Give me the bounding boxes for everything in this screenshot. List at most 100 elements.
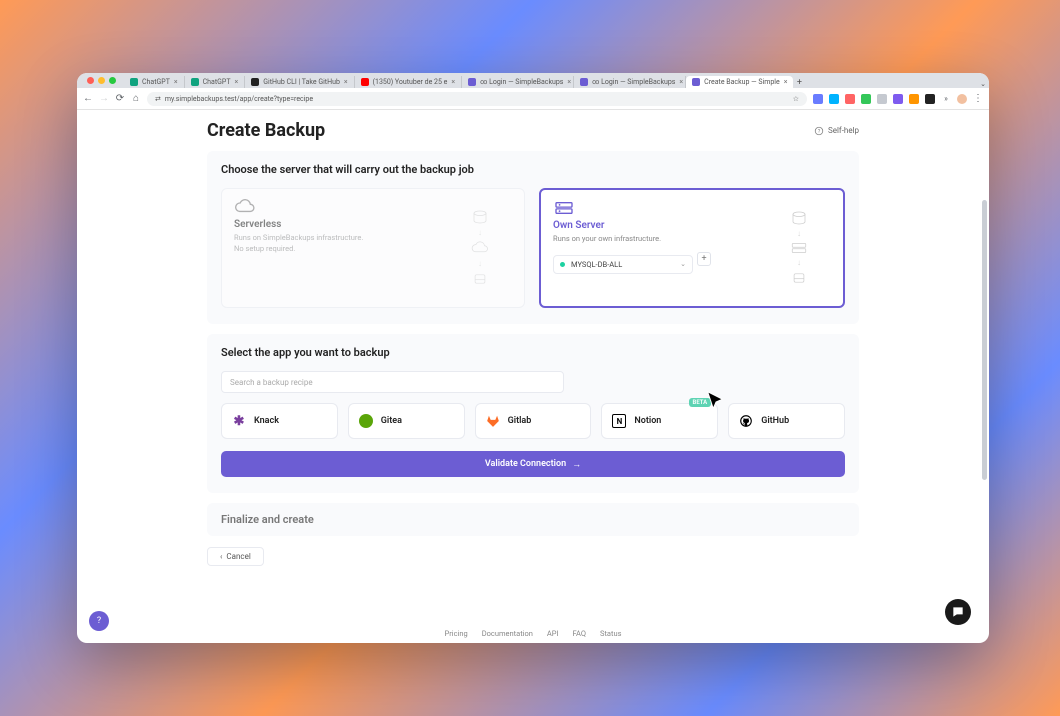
maximize-window-icon[interactable] <box>109 77 116 84</box>
extension-icon[interactable] <box>909 94 919 104</box>
youtube-icon <box>361 78 369 86</box>
chevron-left-icon: ‹ <box>220 552 222 561</box>
minimize-window-icon[interactable] <box>98 77 105 84</box>
server-icon <box>553 200 757 216</box>
tab[interactable]: ChatGPT× <box>124 76 185 88</box>
avatar-icon[interactable] <box>957 94 967 104</box>
extension-icon[interactable] <box>861 94 871 104</box>
help-fab[interactable]: ? <box>89 611 109 631</box>
home-icon[interactable]: ⌂ <box>131 94 141 104</box>
notion-icon: N <box>612 414 626 428</box>
close-icon[interactable]: × <box>235 78 239 86</box>
traffic-lights[interactable] <box>87 73 116 88</box>
simplebackups-icon <box>580 78 588 86</box>
app-tile-notion[interactable]: BETA N Notion <box>601 403 718 439</box>
chat-icon <box>951 605 965 619</box>
server-icon <box>790 242 808 254</box>
reload-icon[interactable]: ⟳ <box>115 94 125 104</box>
footer-link-status[interactable]: Status <box>600 629 621 638</box>
database-icon <box>471 210 489 224</box>
serverless-diagram: ↓ ↓ <box>448 199 512 297</box>
close-window-icon[interactable] <box>87 77 94 84</box>
page-title: Create Backup <box>207 120 325 141</box>
own-server-desc: Runs on your own infrastructure. <box>553 234 757 245</box>
gitlab-icon <box>486 414 500 428</box>
extension-icon[interactable] <box>829 94 839 104</box>
tab[interactable]: GitHub CLI | Take GitHub× <box>245 76 354 88</box>
app-section: Select the app you want to backup Search… <box>207 334 859 493</box>
footer-link-documentation[interactable]: Documentation <box>482 629 533 638</box>
url-text: my.simplebackups.test/app/create?type=re… <box>165 95 313 103</box>
self-help-link[interactable]: ? Self-help <box>814 126 859 136</box>
server-heading: Choose the server that will carry out th… <box>221 163 845 176</box>
chatgpt-icon <box>191 78 199 86</box>
back-icon[interactable]: ← <box>83 94 93 104</box>
simplebackups-icon <box>692 78 700 86</box>
extension-icon[interactable] <box>845 94 855 104</box>
tab[interactable]: ChatGPT× <box>185 76 246 88</box>
footer-link-pricing[interactable]: Pricing <box>445 629 468 638</box>
more-icon[interactable]: ⋮ <box>973 94 983 104</box>
browser-window: ChatGPT× ChatGPT× GitHub CLI | Take GitH… <box>77 73 989 643</box>
site-settings-icon[interactable]: ⇄ <box>155 95 161 103</box>
gitea-icon <box>359 414 373 428</box>
serverless-title: Serverless <box>234 219 438 230</box>
github-icon <box>251 78 259 86</box>
tab[interactable]: (1350) Youtuber de 25 e× <box>355 76 463 88</box>
app-heading: Select the app you want to backup <box>221 346 845 359</box>
finalize-section: Finalize and create <box>207 503 859 536</box>
tab-active[interactable]: Create Backup — Simple× <box>686 76 793 88</box>
close-icon[interactable]: × <box>174 78 178 86</box>
extension-icon[interactable] <box>893 94 903 104</box>
storage-icon <box>790 271 808 285</box>
db-select-value: MYSQL-DB-ALL <box>571 260 622 269</box>
status-dot-icon <box>560 262 565 267</box>
bookmark-icon[interactable]: ☆ <box>793 95 799 103</box>
own-server-option[interactable]: Own Server Runs on your own infrastructu… <box>539 188 845 308</box>
tab[interactable]: ∞ Login — SimpleBackups× <box>574 76 686 88</box>
footer: Pricing Documentation API FAQ Status <box>77 621 989 640</box>
cancel-button[interactable]: ‹ Cancel <box>207 547 264 566</box>
app-tile-gitea[interactable]: Gitea <box>348 403 465 439</box>
close-icon[interactable]: × <box>344 78 348 86</box>
github-icon <box>739 414 753 428</box>
page-content: Create Backup ? Self-help Choose the ser… <box>77 110 989 643</box>
own-server-title: Own Server <box>553 220 757 231</box>
db-select[interactable]: MYSQL-DB-ALL ⌄ <box>553 255 693 274</box>
extension-icon[interactable] <box>813 94 823 104</box>
extension-icon[interactable] <box>925 94 935 104</box>
beta-badge: BETA <box>689 398 712 407</box>
own-server-diagram: ↓ ↓ <box>767 200 831 296</box>
new-tab-button[interactable]: + <box>793 78 805 88</box>
storage-icon <box>471 272 489 286</box>
close-icon[interactable]: × <box>567 78 571 86</box>
scrollbar[interactable] <box>982 200 987 480</box>
tab-strip: ChatGPT× ChatGPT× GitHub CLI | Take GitH… <box>77 73 989 88</box>
extension-icon[interactable] <box>877 94 887 104</box>
validate-connection-button[interactable]: Validate Connection → <box>221 451 845 477</box>
footer-link-faq[interactable]: FAQ <box>573 629 587 638</box>
database-icon <box>790 211 808 225</box>
footer-link-api[interactable]: API <box>547 629 559 638</box>
close-icon[interactable]: × <box>679 78 683 86</box>
chatgpt-icon <box>130 78 138 86</box>
intercom-fab[interactable] <box>945 599 971 625</box>
cloud-icon <box>234 199 438 215</box>
server-section: Choose the server that will carry out th… <box>207 151 859 324</box>
forward-icon[interactable]: → <box>99 94 109 104</box>
chevron-down-icon[interactable]: ⌄ <box>977 80 989 88</box>
app-tile-gitlab[interactable]: Gitlab <box>475 403 592 439</box>
tab[interactable]: ∞ Login — SimpleBackups× <box>462 76 574 88</box>
search-input[interactable]: Search a backup recipe <box>221 371 564 393</box>
app-tile-github[interactable]: GitHub <box>728 403 845 439</box>
url-field[interactable]: ⇄ my.simplebackups.test/app/create?type=… <box>147 92 807 106</box>
close-icon[interactable]: × <box>784 78 788 86</box>
extension-menu-icon[interactable]: » <box>941 95 951 103</box>
address-bar: ← → ⟳ ⌂ ⇄ my.simplebackups.test/app/crea… <box>77 88 989 110</box>
add-server-button[interactable]: + <box>697 252 711 266</box>
app-tile-knack[interactable]: ✱ Knack <box>221 403 338 439</box>
simplebackups-icon <box>468 78 476 86</box>
serverless-option[interactable]: Serverless Runs on SimpleBackups infrast… <box>221 188 525 308</box>
knack-icon: ✱ <box>232 414 246 428</box>
close-icon[interactable]: × <box>451 78 455 86</box>
